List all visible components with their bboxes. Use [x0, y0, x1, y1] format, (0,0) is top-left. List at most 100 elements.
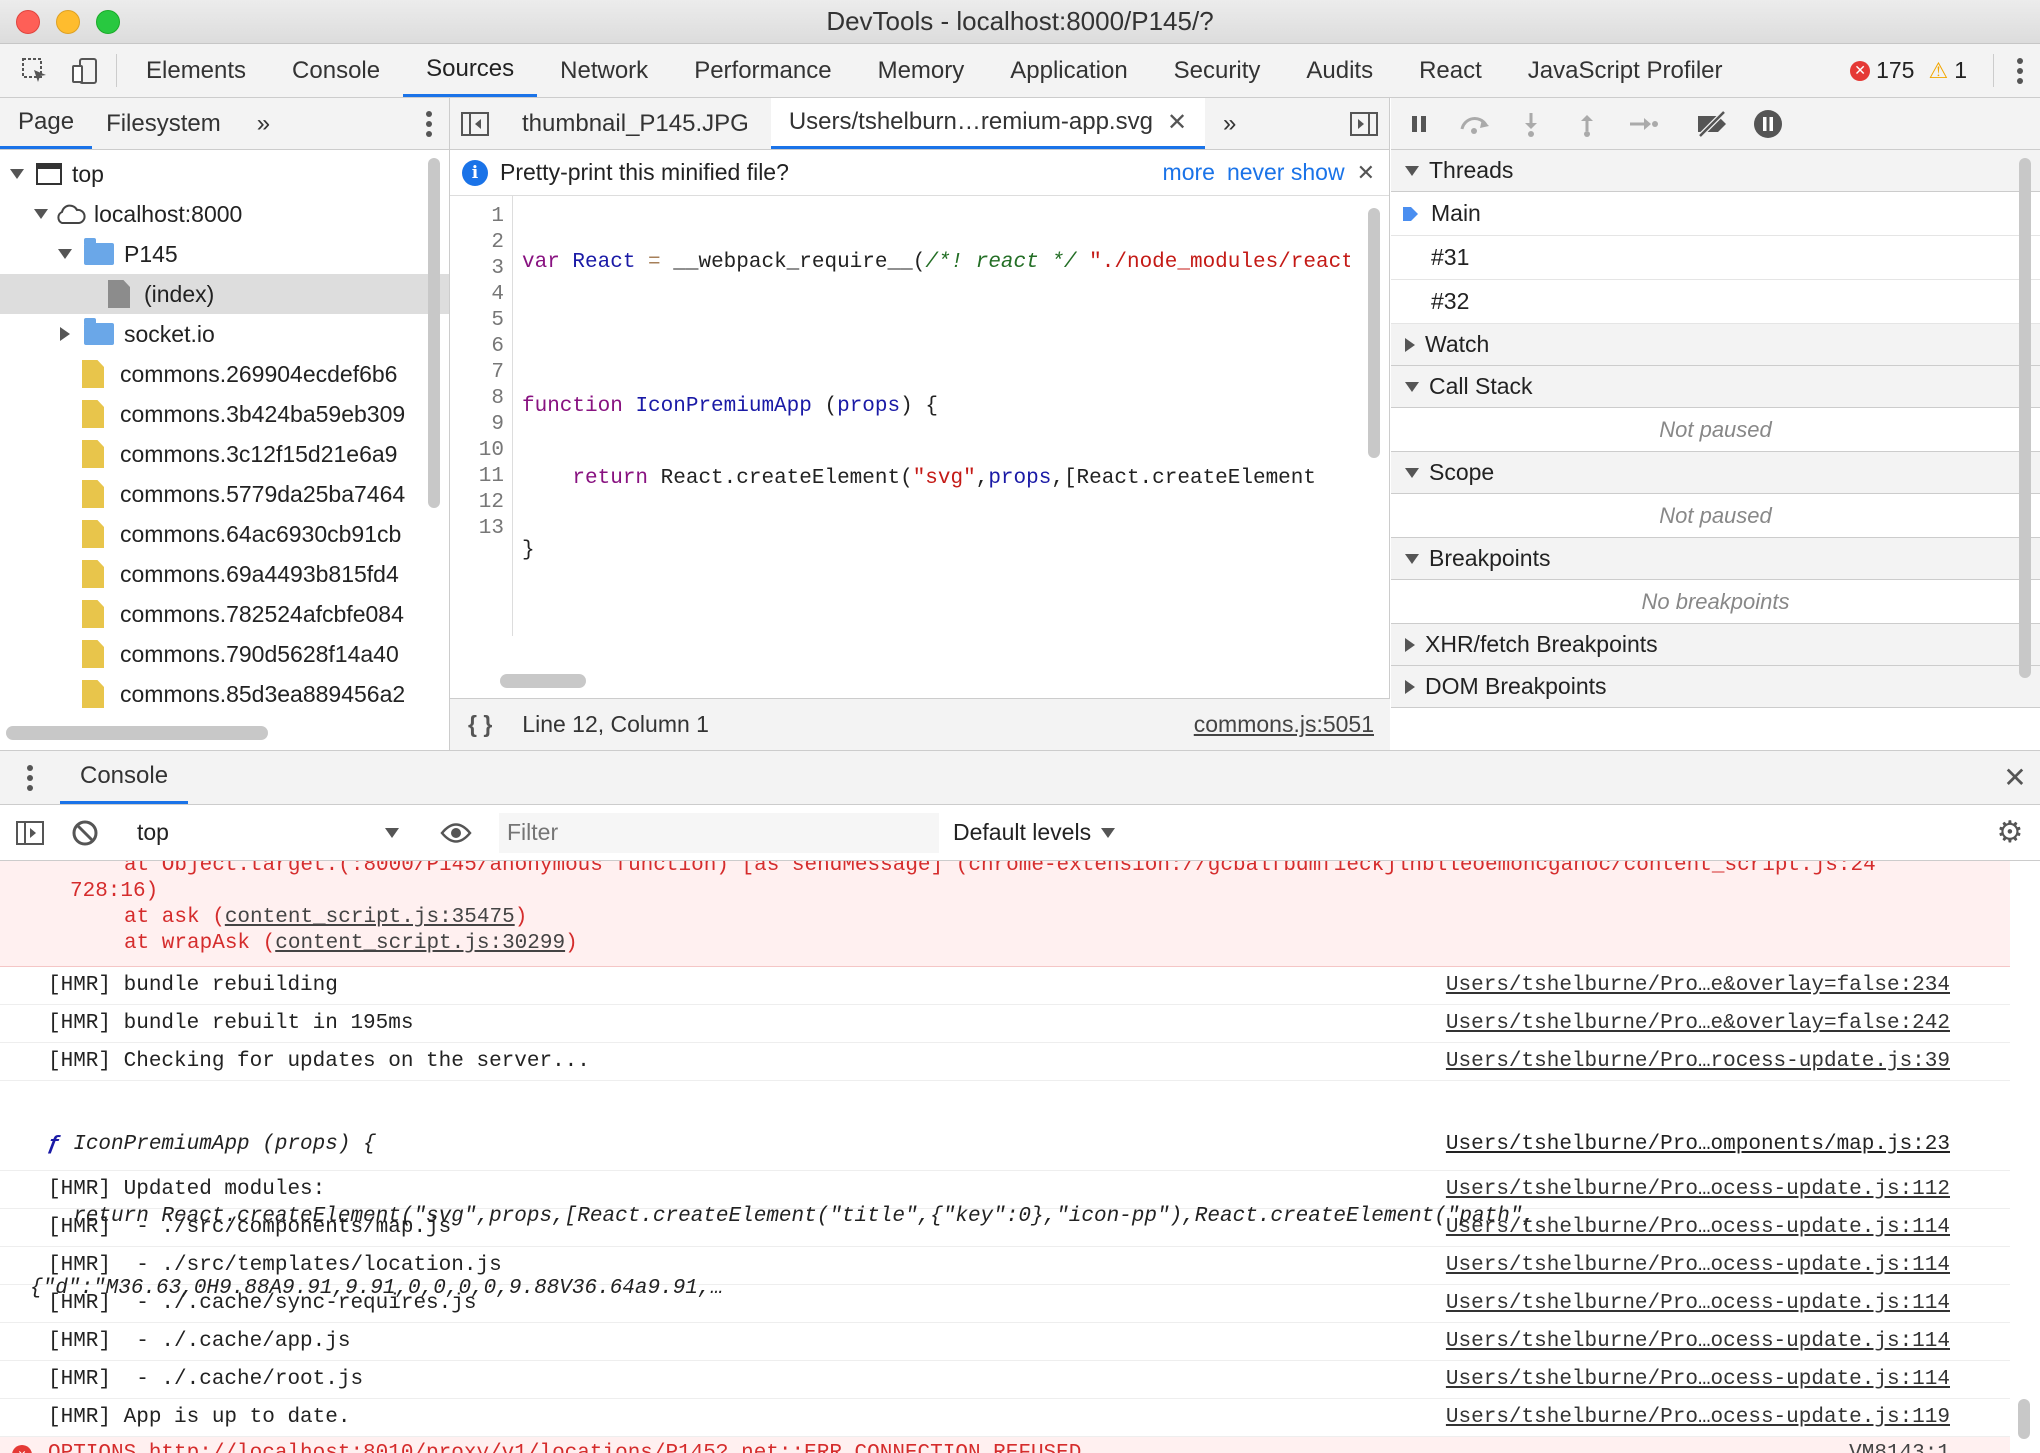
console-function-message[interactable]: ƒ IconPremiumApp (props) { Users/tshelbu… — [0, 1081, 2010, 1300]
pause-on-exceptions-icon[interactable] — [1740, 109, 1796, 139]
threads-section-header[interactable]: Threads — [1391, 150, 2040, 192]
expand-arrow-icon[interactable] — [58, 249, 72, 259]
maximize-window-button[interactable] — [96, 10, 120, 34]
stack-link[interactable]: content_script.js:30299 — [275, 932, 565, 955]
message-source-link[interactable]: Users/tshelburne/Pro…e&overlay=false:234 — [1446, 974, 1950, 997]
console-message[interactable]: [HMR] App is up to date. Users/tshelburne… — [0, 1399, 2010, 1437]
editor-horizontal-scrollbar[interactable] — [500, 674, 586, 688]
step-out-icon[interactable] — [1559, 111, 1615, 137]
line-number[interactable]: 10 — [450, 438, 504, 464]
console-filter-input[interactable] — [499, 812, 939, 853]
inspect-element-icon[interactable] — [10, 44, 60, 97]
line-number[interactable]: 9 — [450, 412, 504, 438]
clear-console-icon[interactable] — [60, 819, 110, 847]
tree-item-folder-socketio[interactable]: socket.io — [0, 314, 449, 354]
context-selector[interactable]: top — [123, 819, 413, 846]
deactivate-breakpoints-icon[interactable] — [1684, 109, 1740, 138]
pause-icon[interactable] — [1391, 113, 1447, 135]
message-source-link[interactable]: Users/tshelburne/Pro…rocess-update.js:39 — [1446, 1050, 1950, 1073]
message-source-link[interactable]: Users/tshelburne/Pro…ocess-update.js:114 — [1446, 1368, 1950, 1391]
tab-page[interactable]: Page — [0, 98, 93, 149]
tab-elements[interactable]: Elements — [123, 44, 269, 97]
message-source-link[interactable]: Users/tshelburne/Pro…ocess-update.js:114 — [1446, 1216, 1950, 1239]
infobar-never-show-link[interactable]: never show — [1227, 159, 1345, 186]
tree-item-file[interactable]: commons.790d5628f14a40 — [0, 634, 449, 674]
console-message[interactable]: [HMR] bundle rebuilt in 195ms Users/tshel… — [0, 1005, 2010, 1043]
message-source-link[interactable]: Users/tshelburne/Pro…ocess-update.js:114 — [1446, 1254, 1950, 1277]
line-number[interactable]: 6 — [450, 334, 504, 360]
tree-item-folder-p145[interactable]: P145 — [0, 234, 449, 274]
toggle-debugger-icon[interactable] — [1339, 98, 1389, 149]
line-number[interactable]: 3 — [450, 256, 504, 282]
tab-performance[interactable]: Performance — [671, 44, 854, 97]
tree-item-file[interactable]: commons.782524afcbfe084 — [0, 594, 449, 634]
line-number[interactable]: 2 — [450, 230, 504, 256]
watch-section-header[interactable]: Watch — [1391, 324, 2040, 366]
line-number[interactable]: 7 — [450, 360, 504, 386]
code-editor[interactable]: 1 2 3 4 5 6 7 8 9 10 11 12 13 var React = __webpack_… — [450, 196, 1350, 636]
message-source-link[interactable]: Users/tshelburne/Pro…ocess-update.js:114 — [1446, 1330, 1950, 1353]
tab-memory[interactable]: Memory — [855, 44, 988, 97]
collapsed-arrow-icon[interactable] — [60, 327, 70, 341]
drawer-tab-console[interactable]: Console — [60, 751, 189, 804]
vertical-scrollbar[interactable] — [428, 158, 440, 508]
more-options-icon[interactable] — [2000, 44, 2040, 97]
drawer-menu-icon[interactable] — [0, 751, 60, 804]
issue-counter[interactable]: ✕ 175 ⚠ 1 — [1850, 44, 1987, 97]
tree-item-top[interactable]: top — [0, 154, 449, 194]
expand-arrow-icon[interactable] — [10, 169, 24, 179]
step-over-icon[interactable] — [1447, 113, 1503, 135]
breakpoints-section-header[interactable]: Breakpoints — [1391, 538, 2040, 580]
device-toolbar-icon[interactable] — [60, 44, 110, 97]
tree-item-file[interactable]: commons.3c12f15d21e6a9 — [0, 434, 449, 474]
close-drawer-icon[interactable]: ✕ — [1990, 751, 2040, 804]
console-message[interactable]: [HMR] - ./.cache/app.js Users/tshelburne/… — [0, 1323, 2010, 1361]
tree-item-file[interactable]: commons.5779da25ba7464 — [0, 474, 449, 514]
message-source-link[interactable]: Users/tshelburne/Pro…ocess-update.js:119 — [1446, 1406, 1950, 1429]
line-number[interactable]: 8 — [450, 386, 504, 412]
step-into-icon[interactable] — [1503, 111, 1559, 137]
xhr-breakpoints-section-header[interactable]: XHR/fetch Breakpoints — [1391, 624, 2040, 666]
live-expression-eye-icon[interactable] — [426, 822, 486, 844]
tab-javascript-profiler[interactable]: JavaScript Profiler — [1505, 44, 1746, 97]
tab-network[interactable]: Network — [537, 44, 671, 97]
console-scrollbar[interactable] — [2018, 1399, 2030, 1439]
toggle-navigator-icon[interactable] — [450, 98, 500, 149]
line-number[interactable]: 12 — [450, 490, 504, 516]
tab-console[interactable]: Console — [269, 44, 403, 97]
console-message[interactable]: [HMR] Updated modules: Users/tshelburne/P… — [0, 1171, 2010, 1209]
debugger-scrollbar[interactable] — [2019, 158, 2031, 678]
tab-filesystem[interactable]: Filesystem — [92, 98, 239, 149]
tab-sources[interactable]: Sources — [403, 44, 538, 97]
more-tabs-button[interactable]: » — [239, 98, 288, 149]
line-number[interactable]: 5 — [450, 308, 504, 334]
log-levels-dropdown[interactable]: Default levels — [953, 819, 1116, 846]
tree-item-file[interactable]: commons.269904ecdef6b6 — [0, 354, 449, 394]
navigator-menu-icon[interactable] — [409, 98, 449, 149]
source-link[interactable]: commons.js:5051 — [1194, 711, 1374, 738]
thread-32[interactable]: #32 — [1391, 280, 2040, 324]
close-infobar-icon[interactable]: ✕ — [1357, 160, 1375, 186]
console-message[interactable]: [HMR] - ./.cache/root.js Users/tshelburne… — [0, 1361, 2010, 1399]
tab-react[interactable]: React — [1396, 44, 1505, 97]
infobar-more-link[interactable]: more — [1163, 159, 1215, 186]
message-source-link[interactable]: Users/tshelburne/Pro…e&overlay=false:242 — [1446, 1012, 1950, 1035]
message-source-link[interactable]: Users/tshelburne/Pro…omponents/map.js:23 — [1446, 1133, 1950, 1159]
console-message[interactable]: [HMR] Checking for updates on the server… — [0, 1043, 2010, 1081]
tree-item-file[interactable]: commons.69a4493b815fd4 — [0, 554, 449, 594]
step-icon[interactable] — [1615, 113, 1671, 135]
more-editor-tabs-button[interactable]: » — [1205, 98, 1254, 149]
line-number[interactable]: 4 — [450, 282, 504, 308]
tree-item-index[interactable]: (index) — [0, 274, 449, 314]
message-source-link[interactable]: Users/tshelburne/Pro…ocess-update.js:112 — [1446, 1178, 1950, 1201]
thread-31[interactable]: #31 — [1391, 236, 2040, 280]
horizontal-scrollbar[interactable] — [6, 726, 268, 740]
message-source-link[interactable]: Users/tshelburne/Pro…ocess-update.js:114 — [1446, 1292, 1950, 1315]
expand-arrow-icon[interactable] — [34, 209, 48, 219]
message-source-link[interactable]: VM8143:1 — [1849, 1442, 1950, 1453]
line-number[interactable]: 1 — [450, 204, 504, 230]
line-number[interactable]: 13 — [450, 516, 504, 542]
console-settings-gear-icon[interactable]: ⚙ — [1980, 815, 2040, 850]
console-message[interactable]: [HMR] bundle rebuilding Users/tshelburne/… — [0, 967, 2010, 1005]
editor-vertical-scrollbar[interactable] — [1368, 208, 1380, 458]
